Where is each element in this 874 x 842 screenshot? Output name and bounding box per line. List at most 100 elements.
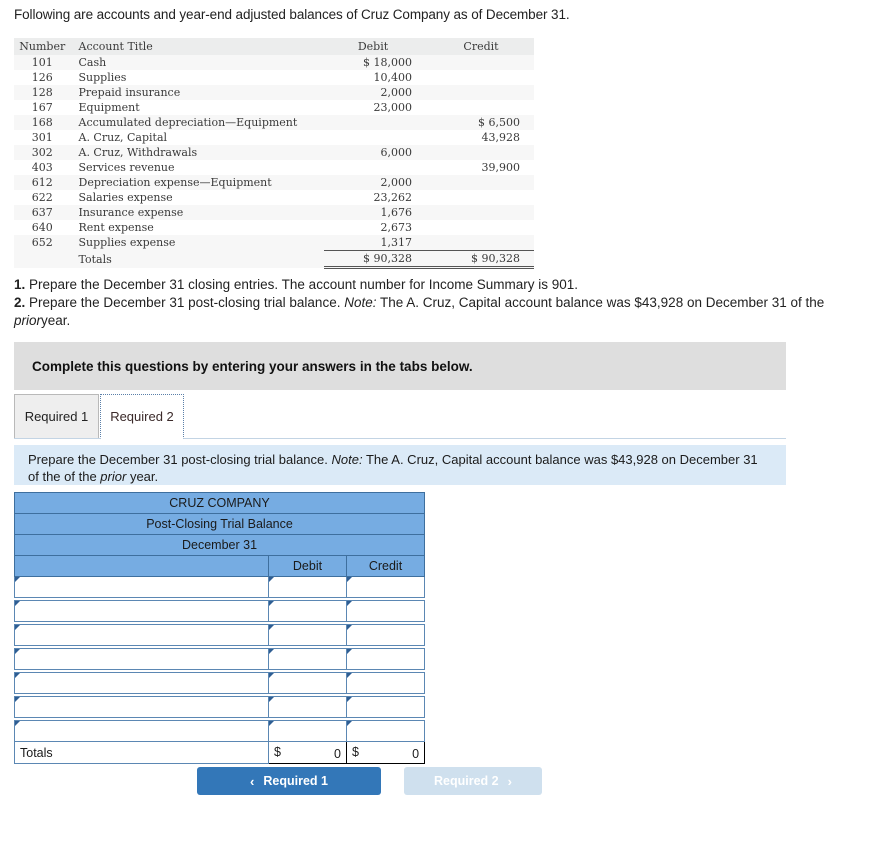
credit-amount <box>432 220 534 235</box>
credit-input[interactable] <box>345 672 426 694</box>
chevron-right-icon: › <box>507 773 512 789</box>
instructions-banner: Complete this questions by entering your… <box>14 342 786 390</box>
table-row: 126 Supplies 10,400 <box>14 70 534 85</box>
trial-balance-head: Number Account Title Debit Credit <box>14 38 534 55</box>
worksheet-col-debit: Debit <box>268 555 347 577</box>
post-closing-trial-balance-worksheet: CRUZ COMPANY Post-Closing Trial Balance … <box>13 492 426 764</box>
account-name-input[interactable] <box>14 648 269 670</box>
tab-required-2[interactable]: Required 2 <box>100 394 184 439</box>
debit-input[interactable] <box>268 576 347 598</box>
credit-input[interactable] <box>345 696 426 718</box>
task-description-c: year. <box>129 469 159 484</box>
trial-balance-body: 101 Cash $ 18,000 126 Supplies 10,400 128 Prepa… <box>14 55 534 269</box>
requirement-1: 1. Prepare the December 31 closing entri… <box>14 276 860 294</box>
debit-amount <box>324 115 432 130</box>
account-number: 301 <box>31 131 53 144</box>
worksheet-entry-row <box>14 576 426 598</box>
account-name-input[interactable] <box>14 696 269 718</box>
worksheet-col-account <box>14 555 269 577</box>
next-required-2-button[interactable]: Required 2 › <box>404 767 542 795</box>
debit-amount: 2,000 <box>380 86 412 99</box>
tab-required-1-label: Required 1 <box>24 409 89 424</box>
account-number: 612 <box>31 176 53 189</box>
worksheet-totals-credit: $ 0 <box>345 741 426 764</box>
credit-input[interactable] <box>345 720 426 742</box>
intro-text: Following are accounts and year-end adju… <box>14 7 570 22</box>
debit-currency-symbol: $ <box>274 745 281 759</box>
task-description-panel: Prepare the December 31 post-closing tri… <box>14 445 786 485</box>
worksheet-period: December 31 <box>13 534 426 556</box>
trial-balance-header-row: Number Account Title Debit Credit <box>14 38 534 55</box>
debit-amount: 6,000 <box>380 146 412 159</box>
account-number: 168 <box>31 116 53 129</box>
tab-required-1[interactable]: Required 1 <box>14 394 99 439</box>
task-italic-prior: prior <box>100 469 127 484</box>
account-number: 403 <box>31 161 53 174</box>
account-number: 101 <box>31 56 53 69</box>
credit-input[interactable] <box>345 600 426 622</box>
totals-label: Totals <box>78 252 112 266</box>
table-row: 652 Supplies expense 1,317 <box>14 235 534 251</box>
worksheet-totals-debit: $ 0 <box>268 741 347 764</box>
debit-amount: 23,262 <box>373 191 412 204</box>
table-row: 168 Accumulated depreciation—Equipment $ 6… <box>14 115 534 130</box>
account-title: Salaries expense <box>78 191 173 204</box>
debit-amount: $ 18,000 <box>363 56 412 69</box>
worksheet-column-header-row: Debit Credit <box>14 555 426 577</box>
table-row: 167 Equipment 23,000 <box>14 100 534 115</box>
debit-input[interactable] <box>268 648 347 670</box>
debit-input[interactable] <box>268 672 347 694</box>
credit-amount <box>432 55 534 70</box>
credit-amount <box>432 235 534 251</box>
credit-amount <box>432 85 534 100</box>
account-number: 637 <box>31 206 53 219</box>
totals-credit: $ 90,328 <box>431 250 534 269</box>
th-debit: Debit <box>357 40 389 53</box>
tab-required-2-label: Required 2 <box>110 409 174 424</box>
debit-input[interactable] <box>268 600 347 622</box>
requirement-1-number: 1. <box>14 277 26 292</box>
credit-total-value: 0 <box>412 747 420 761</box>
credit-input[interactable] <box>345 576 426 598</box>
worksheet-totals-row: Totals $ 0 $ 0 <box>14 741 426 764</box>
previous-button-label: Required 1 <box>263 774 328 788</box>
account-name-input[interactable] <box>14 576 269 598</box>
worksheet-entry-row <box>14 648 426 670</box>
table-row: 637 Insurance expense 1,676 <box>14 205 534 220</box>
debit-input[interactable] <box>268 624 347 646</box>
account-number: 128 <box>31 86 53 99</box>
totals-spacer <box>14 251 71 268</box>
account-number: 302 <box>31 146 53 159</box>
task-description-a: Prepare the December 31 post-closing tri… <box>28 452 328 467</box>
table-row: 622 Salaries expense 23,262 <box>14 190 534 205</box>
credit-input[interactable] <box>345 624 426 646</box>
previous-required-1-button[interactable]: ‹ Required 1 <box>197 767 381 795</box>
th-account-title: Account Title <box>78 40 153 53</box>
credit-currency-symbol: $ <box>352 745 359 759</box>
account-name-input[interactable] <box>14 720 269 742</box>
account-name-input[interactable] <box>14 600 269 622</box>
account-title: Insurance expense <box>78 206 184 219</box>
worksheet-company-name: CRUZ COMPANY <box>13 492 426 514</box>
worksheet-entry-row <box>14 720 426 742</box>
table-row: 640 Rent expense 2,673 <box>14 220 534 235</box>
credit-amount <box>432 190 534 205</box>
credit-input[interactable] <box>345 648 426 670</box>
debit-input[interactable] <box>268 720 347 742</box>
account-number: 167 <box>31 101 53 114</box>
account-name-input[interactable] <box>14 624 269 646</box>
debit-amount: 1,317 <box>380 236 412 249</box>
totals-debit: $ 90,328 <box>324 250 432 269</box>
debit-input[interactable] <box>268 696 347 718</box>
debit-amount: 23,000 <box>373 101 412 114</box>
worksheet-entry-row <box>14 696 426 718</box>
next-button-label: Required 2 <box>434 774 499 788</box>
credit-amount <box>432 175 534 190</box>
account-title: Rent expense <box>78 221 154 234</box>
account-number: 622 <box>31 191 53 204</box>
account-title: Supplies <box>78 71 127 84</box>
table-row: 612 Depreciation expense—Equipment 2,000 <box>14 175 534 190</box>
account-name-input[interactable] <box>14 672 269 694</box>
table-row: 403 Services revenue 39,900 <box>14 160 534 175</box>
worksheet-entry-row <box>14 672 426 694</box>
